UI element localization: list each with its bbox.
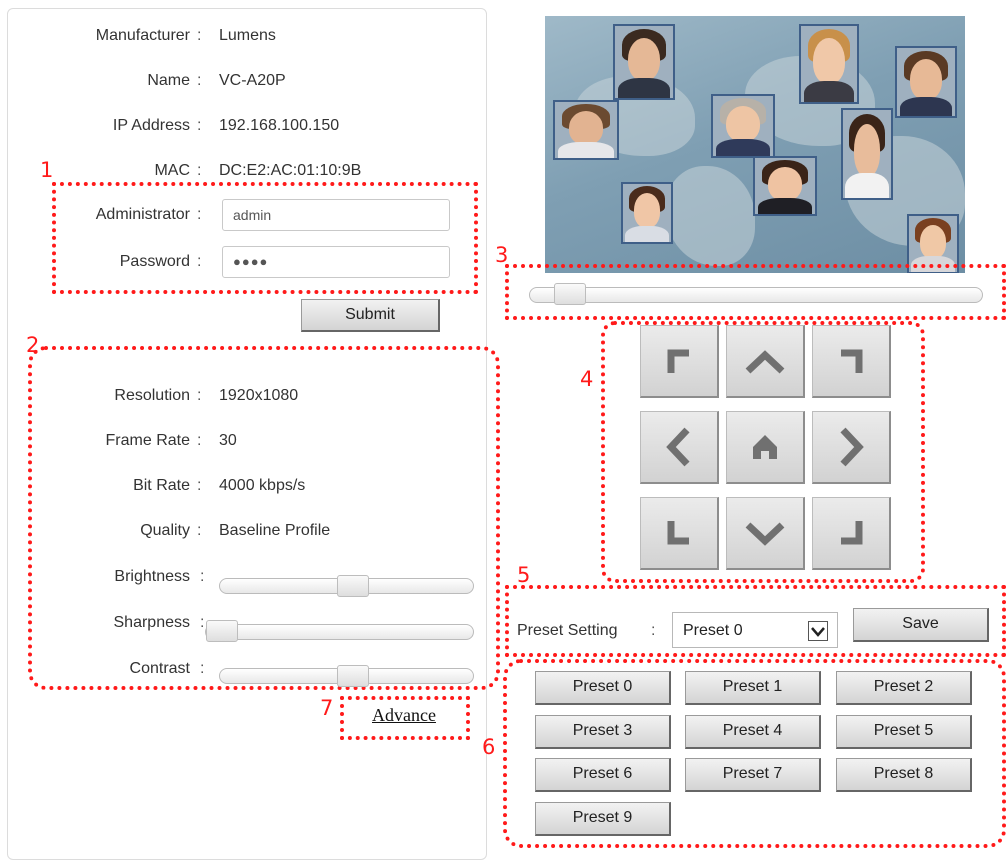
colon: : xyxy=(197,522,202,539)
participant-photo xyxy=(753,156,817,216)
resolution-value: 1920x1080 xyxy=(219,387,299,404)
colon: : xyxy=(200,660,205,677)
save-preset-button[interactable]: Save xyxy=(853,608,989,642)
participant-photo xyxy=(799,24,859,104)
colon: : xyxy=(200,614,205,631)
home-icon xyxy=(753,435,777,459)
down-right-icon xyxy=(841,521,863,545)
colon: : xyxy=(197,432,202,449)
up-left-icon xyxy=(667,349,689,373)
administrator-input[interactable]: admin xyxy=(222,199,450,231)
ptz-up-left-button[interactable] xyxy=(640,325,719,398)
ptz-right-button[interactable] xyxy=(812,411,891,484)
preset-5-button[interactable]: Preset 5 xyxy=(836,715,972,749)
marker-5: 5 xyxy=(517,563,531,587)
colon: : xyxy=(197,206,202,223)
administrator-label: Administrator xyxy=(95,206,190,223)
participant-photo xyxy=(841,108,893,200)
preset-select[interactable]: Preset 0 xyxy=(672,612,838,648)
marker-4: 4 xyxy=(580,367,594,391)
participant-photo xyxy=(895,46,957,118)
brightness-label: Brightness xyxy=(114,568,190,585)
ptz-home-button[interactable] xyxy=(726,411,805,484)
sharpness-label: Sharpness xyxy=(113,614,191,631)
ptz-down-left-button[interactable] xyxy=(640,497,719,570)
camera-preview xyxy=(545,16,965,273)
preset-select-value: Preset 0 xyxy=(683,622,743,639)
colon: : xyxy=(197,477,202,494)
quality-label: Quality xyxy=(140,522,190,539)
participant-photo xyxy=(613,24,675,100)
ptz-up-right-button[interactable] xyxy=(812,325,891,398)
preset-setting-label: Preset Setting xyxy=(517,622,618,639)
password-input[interactable]: ●●●● xyxy=(222,246,450,278)
colon: : xyxy=(651,622,656,639)
colon: : xyxy=(197,27,202,44)
map-continent xyxy=(665,166,755,266)
ptz-left-button[interactable] xyxy=(640,411,719,484)
participant-photo xyxy=(553,100,619,160)
preset-0-button[interactable]: Preset 0 xyxy=(535,671,671,705)
ptz-down-button[interactable] xyxy=(726,497,805,570)
colon: : xyxy=(200,568,205,585)
brightness-slider-thumb[interactable] xyxy=(337,575,370,597)
zoom-slider[interactable] xyxy=(529,287,983,303)
submit-button[interactable]: Submit xyxy=(301,299,440,332)
marker-1: 1 xyxy=(40,158,54,182)
mac-label: MAC xyxy=(154,162,190,179)
preset-6-button[interactable]: Preset 6 xyxy=(535,758,671,792)
colon: : xyxy=(197,162,202,179)
bit-rate-label: Bit Rate xyxy=(133,477,190,494)
preset-8-button[interactable]: Preset 8 xyxy=(836,758,972,792)
preset-2-button[interactable]: Preset 2 xyxy=(836,671,972,705)
preset-4-button[interactable]: Preset 4 xyxy=(685,715,821,749)
preset-3-button[interactable]: Preset 3 xyxy=(535,715,671,749)
participant-photo xyxy=(711,94,775,158)
name-value: VC-A20P xyxy=(219,72,286,89)
ip-address-label: IP Address xyxy=(112,117,190,134)
resolution-label: Resolution xyxy=(114,387,190,404)
colon: : xyxy=(197,387,202,404)
marker-6: 6 xyxy=(482,735,496,759)
colon: : xyxy=(197,72,202,89)
advance-link[interactable]: Advance xyxy=(372,705,436,726)
colon: : xyxy=(197,253,202,270)
up-right-icon xyxy=(841,349,863,373)
ptz-up-button[interactable] xyxy=(726,325,805,398)
preset-7-button[interactable]: Preset 7 xyxy=(685,758,821,792)
ip-address-value: 192.168.100.150 xyxy=(219,117,340,134)
down-icon xyxy=(745,522,785,546)
sharpness-slider-thumb[interactable] xyxy=(206,620,238,642)
name-label: Name xyxy=(147,72,190,89)
colon: : xyxy=(197,117,202,134)
participant-photo xyxy=(621,182,673,244)
manufacturer-label: Manufacturer xyxy=(95,27,190,44)
password-label: Password xyxy=(119,253,190,270)
sharpness-slider[interactable] xyxy=(205,624,474,640)
marker-7: 7 xyxy=(320,696,334,720)
quality-value: Baseline Profile xyxy=(219,522,331,539)
frame-rate-label: Frame Rate xyxy=(105,432,190,449)
mac-value: DC:E2:AC:01:10:9B xyxy=(219,162,362,179)
frame-rate-value: 30 xyxy=(219,432,237,449)
manufacturer-value: Lumens xyxy=(219,27,276,44)
marker-2: 2 xyxy=(26,333,40,357)
up-icon xyxy=(745,350,785,374)
bit-rate-value: 4000 kbps/s xyxy=(219,477,306,494)
left-icon xyxy=(666,427,690,467)
contrast-slider-thumb[interactable] xyxy=(337,665,370,687)
contrast-label: Contrast xyxy=(129,660,190,677)
chevron-down-icon xyxy=(808,621,828,641)
right-icon xyxy=(840,427,864,467)
marker-3: 3 xyxy=(495,243,509,267)
preset-9-button[interactable]: Preset 9 xyxy=(535,802,671,836)
ptz-down-right-button[interactable] xyxy=(812,497,891,570)
preset-1-button[interactable]: Preset 1 xyxy=(685,671,821,705)
zoom-slider-thumb[interactable] xyxy=(553,283,586,305)
down-left-icon xyxy=(667,521,689,545)
